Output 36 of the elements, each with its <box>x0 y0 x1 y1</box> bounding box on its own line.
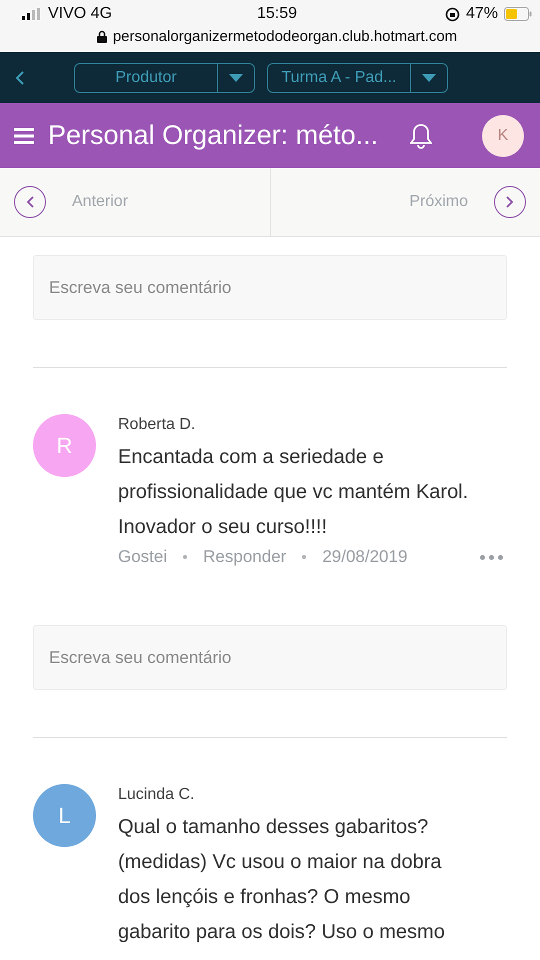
caret-down-icon <box>229 74 243 82</box>
comment-author: Lucinda C. <box>118 786 196 804</box>
battery-icon <box>504 7 532 21</box>
next-link[interactable]: Próximo <box>409 193 468 211</box>
carrier-label: VIVO 4G <box>48 5 112 23</box>
dropdown[interactable]: Produtor <box>74 62 255 92</box>
comment-author: Roberta D. <box>118 416 196 434</box>
clock: 15:59 <box>256 5 298 23</box>
comment-field[interactable]: Escreva seu comentário <box>33 625 507 690</box>
url-text[interactable]: personalorganizermetododeorgan.club.hotmart.com <box>112 28 458 45</box>
like-link[interactable]: Gostei <box>118 547 168 567</box>
bell-icon[interactable] <box>410 122 432 148</box>
separator-dot-icon <box>302 555 306 559</box>
signal-icon <box>22 8 42 20</box>
user-avatar[interactable]: K <box>482 114 524 156</box>
back-chevron-icon[interactable] <box>16 70 24 84</box>
reply-link[interactable]: Responder <box>203 547 286 567</box>
next-button[interactable] <box>494 186 526 218</box>
lock-icon <box>96 30 107 43</box>
caret-down-icon <box>422 74 436 82</box>
dropdown[interactable]: Turma A - Pad... <box>267 62 448 92</box>
previous-button[interactable] <box>14 186 46 218</box>
comment-date: 29/08/2019 <box>322 547 408 567</box>
comment-text: Encantada com a seriedade e profissionalidade que vc mantém Karol. Inovador o seu curso!!!! <box>118 445 470 540</box>
chevron-left-icon <box>26 196 34 208</box>
menu-icon[interactable] <box>14 128 34 144</box>
separator-dot-icon <box>183 555 188 559</box>
user-avatar: R <box>33 414 96 477</box>
comment-field[interactable]: Escreva seu comentário <box>33 255 507 320</box>
battery-percent: 47% <box>466 5 498 23</box>
rotation-lock-icon <box>444 6 460 22</box>
previous-link[interactable]: Anterior <box>72 193 128 211</box>
comment-text: Qual o tamanho desses gabaritos? (medidas) Vc usou o maior na dobra dos lençóis e fronhas? O mesmo gabarito para os dois? Uso o mesmo <box>118 815 446 945</box>
page-title: Personal Organizer: méto... <box>48 120 380 151</box>
chevron-right-icon <box>506 196 514 208</box>
user-avatar: L <box>33 784 96 847</box>
